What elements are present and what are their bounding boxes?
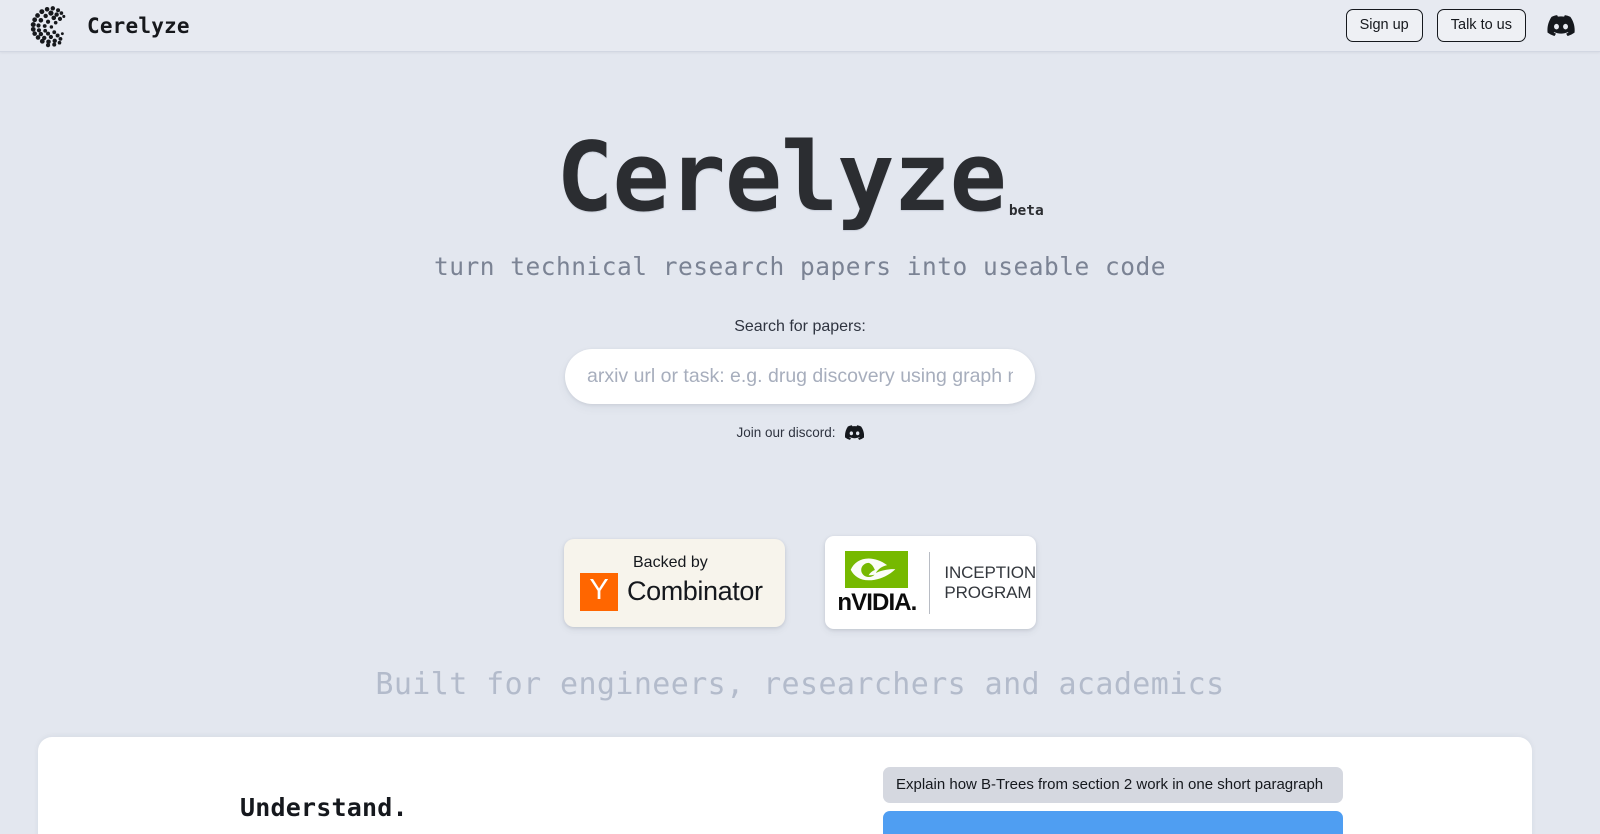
- discord-icon[interactable]: [1546, 11, 1576, 41]
- chat-preview: Explain how B-Trees from section 2 work …: [883, 767, 1343, 834]
- y-combinator-badge[interactable]: Backed by Y Combinator: [564, 538, 785, 627]
- features-panel: Understand. Explain how B-Trees from sec…: [38, 737, 1532, 834]
- hero-tagline: turn technical research papers into usea…: [433, 252, 1166, 281]
- yc-wordmark: Combinator: [627, 576, 763, 607]
- investor-badges: Backed by Y Combinator nVIDIA. INCEPTION…: [0, 536, 1600, 629]
- y-combinator-mark-icon: Y: [580, 572, 618, 611]
- search-label: Search for papers:: [734, 318, 866, 336]
- header-actions: Sign up Talk to us: [1345, 9, 1576, 42]
- nvidia-eye-icon: [845, 550, 909, 588]
- nvidia-inception-badge[interactable]: nVIDIA. INCEPTION PROGRAM: [825, 536, 1036, 629]
- join-discord-row: Join our discord:: [0, 425, 1600, 440]
- search-wrapper: [0, 349, 1600, 405]
- yc-logo-row: Y Combinator: [580, 572, 785, 611]
- landing-page: Cerelyze Sign up Talk to us Cerelyze bet…: [0, 0, 1600, 834]
- inception-line-2: PROGRAM: [944, 582, 1032, 602]
- sign-up-button[interactable]: Sign up: [1345, 9, 1423, 42]
- built-for-heading: Built for engineers, researchers and aca…: [375, 667, 1225, 702]
- nvidia-wordmark: nVIDIA.: [837, 588, 917, 616]
- chat-message-assistant: [883, 811, 1343, 834]
- beta-badge: beta: [1008, 202, 1044, 219]
- talk-to-us-button[interactable]: Talk to us: [1436, 9, 1526, 42]
- chat-message-user: Explain how B-Trees from section 2 work …: [883, 767, 1343, 803]
- brand-home-link[interactable]: Cerelyze: [28, 4, 190, 48]
- inception-program-label: INCEPTION PROGRAM: [930, 563, 1036, 602]
- understand-heading: Understand.: [240, 793, 408, 822]
- hero-title-row: Cerelyze beta: [0, 114, 1600, 226]
- discord-icon[interactable]: [844, 425, 864, 441]
- inception-line-1: INCEPTION: [944, 563, 1036, 583]
- brand-name: Cerelyze: [87, 13, 190, 38]
- hero-section: Cerelyze beta turn technical research pa…: [0, 52, 1600, 441]
- cerelyze-dot-c-logo-icon: [28, 4, 70, 48]
- top-navbar: Cerelyze Sign up Talk to us: [0, 0, 1600, 52]
- page-title: Cerelyze: [556, 123, 1007, 233]
- nvidia-logo-group: nVIDIA.: [825, 550, 929, 616]
- yc-backed-by-label: Backed by: [633, 554, 708, 572]
- join-discord-label: Join our discord:: [736, 425, 836, 441]
- search-input[interactable]: [565, 349, 1035, 405]
